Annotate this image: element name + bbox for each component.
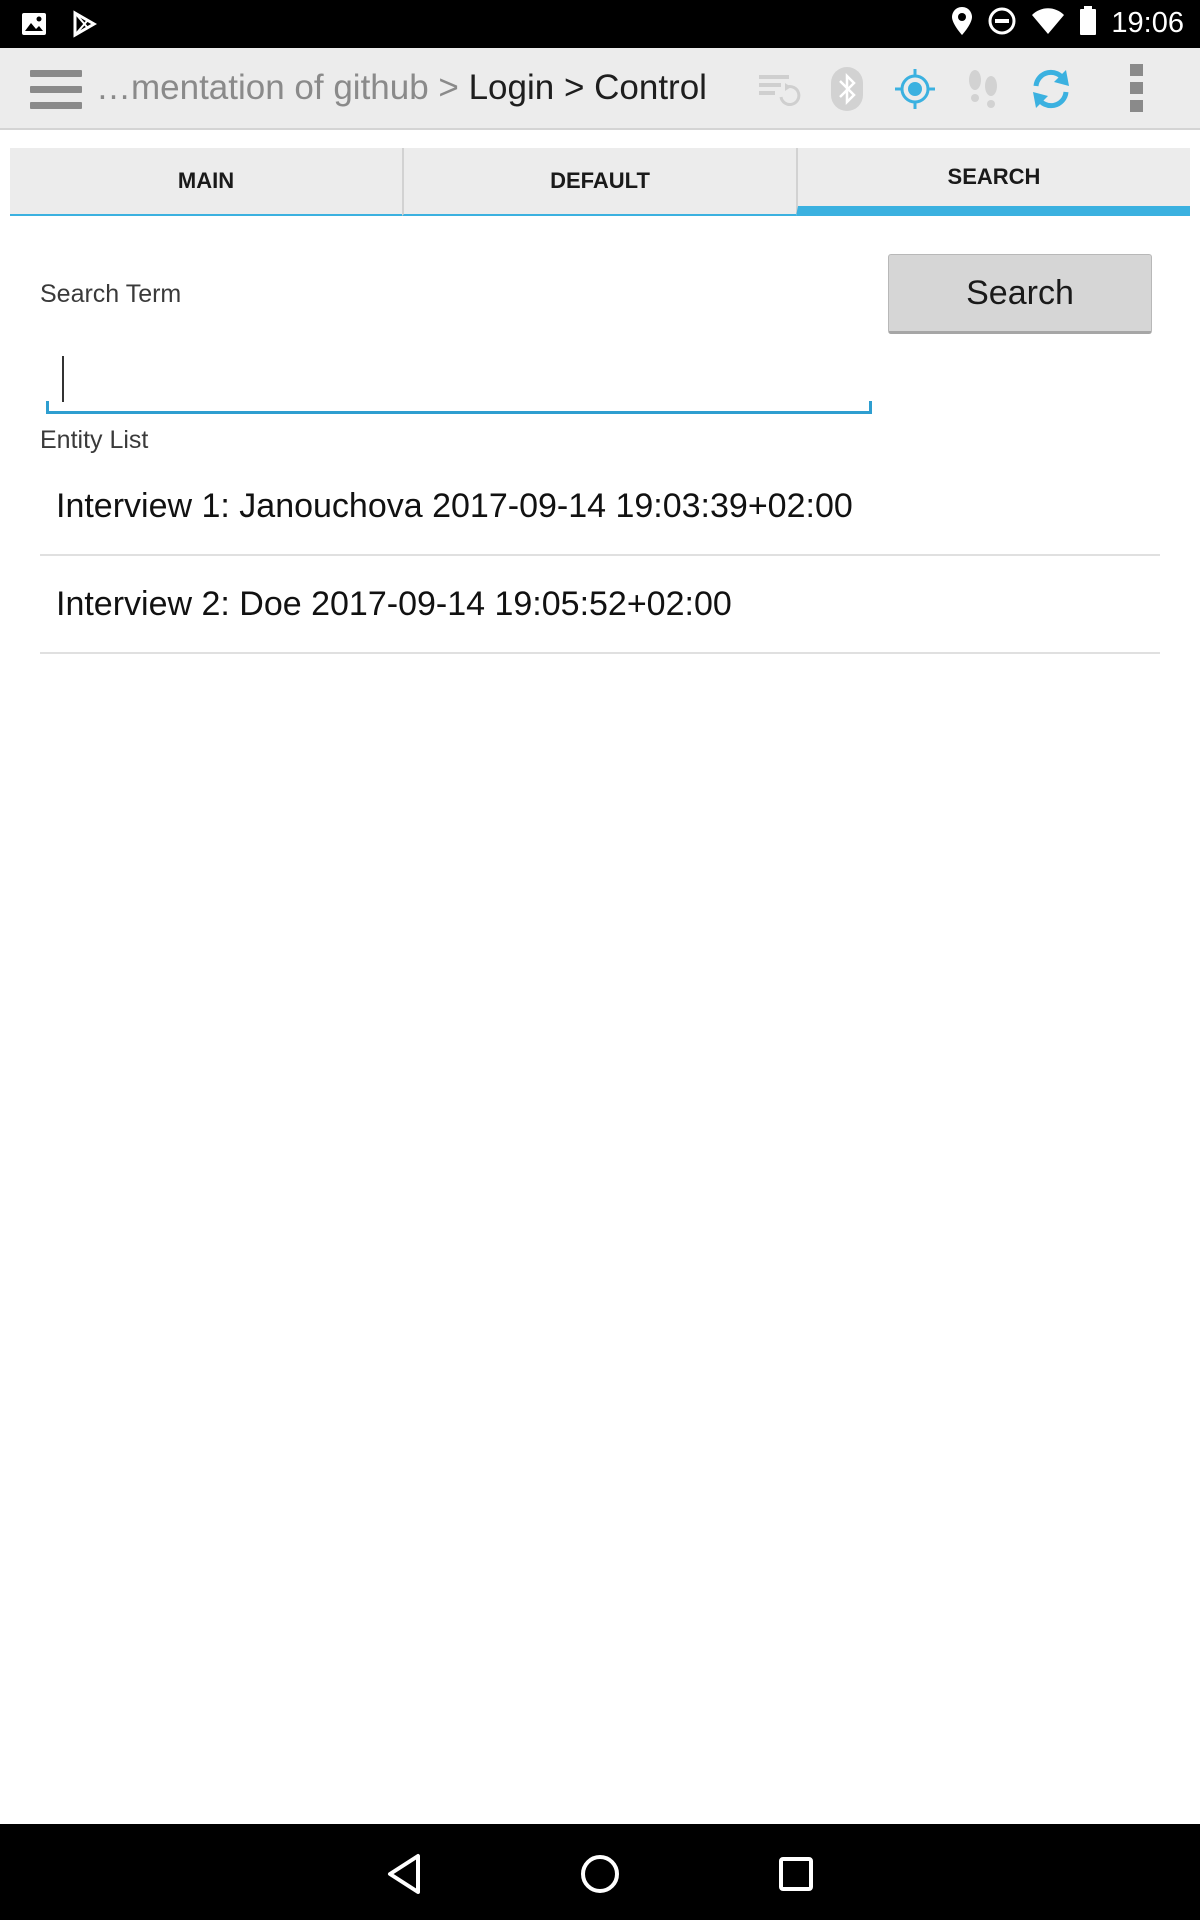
battery-icon xyxy=(1079,6,1097,41)
menu-icon[interactable] xyxy=(30,70,82,110)
recents-icon[interactable] xyxy=(770,1848,822,1900)
clock: 19:06 xyxy=(1111,7,1184,39)
breadcrumb-parent[interactable]: …mentation of github > xyxy=(96,68,469,107)
overflow-menu-icon[interactable] xyxy=(1124,64,1148,116)
tab-bar: MAIN DEFAULT SEARCH xyxy=(10,148,1190,216)
action-bar: …mentation of github > Login > Control xyxy=(0,48,1200,130)
play-store-icon xyxy=(70,10,98,43)
gps-icon[interactable] xyxy=(892,66,938,112)
refresh-icon[interactable] xyxy=(1028,66,1074,112)
entity-list: Interview 1: Janouchova 2017-09-14 19:03… xyxy=(40,458,1160,654)
tab-search[interactable]: SEARCH xyxy=(796,148,1190,216)
breadcrumb: …mentation of github > Login > Control xyxy=(96,68,707,108)
image-icon xyxy=(20,10,48,43)
navigation-bar xyxy=(0,1824,1200,1920)
status-bar: 19:06 xyxy=(0,0,1200,48)
location-icon xyxy=(951,6,973,41)
text-cursor xyxy=(62,356,64,402)
footsteps-icon[interactable] xyxy=(960,66,1006,112)
list-item[interactable]: Interview 2: Doe 2017-09-14 19:05:52+02:… xyxy=(40,556,1160,654)
wifi-icon xyxy=(1031,7,1065,40)
search-input-container xyxy=(46,350,872,414)
search-button[interactable]: Search xyxy=(888,254,1152,334)
search-input[interactable] xyxy=(46,350,872,411)
breadcrumb-separator: > xyxy=(554,68,595,107)
home-icon[interactable] xyxy=(574,1848,626,1900)
sync-status-icon[interactable] xyxy=(756,66,802,112)
tab-main[interactable]: MAIN xyxy=(10,148,402,216)
back-icon[interactable] xyxy=(378,1848,430,1900)
breadcrumb-current: Control xyxy=(594,68,707,107)
bluetooth-icon[interactable] xyxy=(824,66,870,112)
tab-default[interactable]: DEFAULT xyxy=(402,148,796,216)
search-term-label: Search Term xyxy=(40,280,182,308)
breadcrumb-login[interactable]: Login xyxy=(469,68,555,107)
do-not-disturb-icon xyxy=(987,6,1017,41)
entity-list-label: Entity List xyxy=(40,426,149,454)
list-item[interactable]: Interview 1: Janouchova 2017-09-14 19:03… xyxy=(40,458,1160,556)
